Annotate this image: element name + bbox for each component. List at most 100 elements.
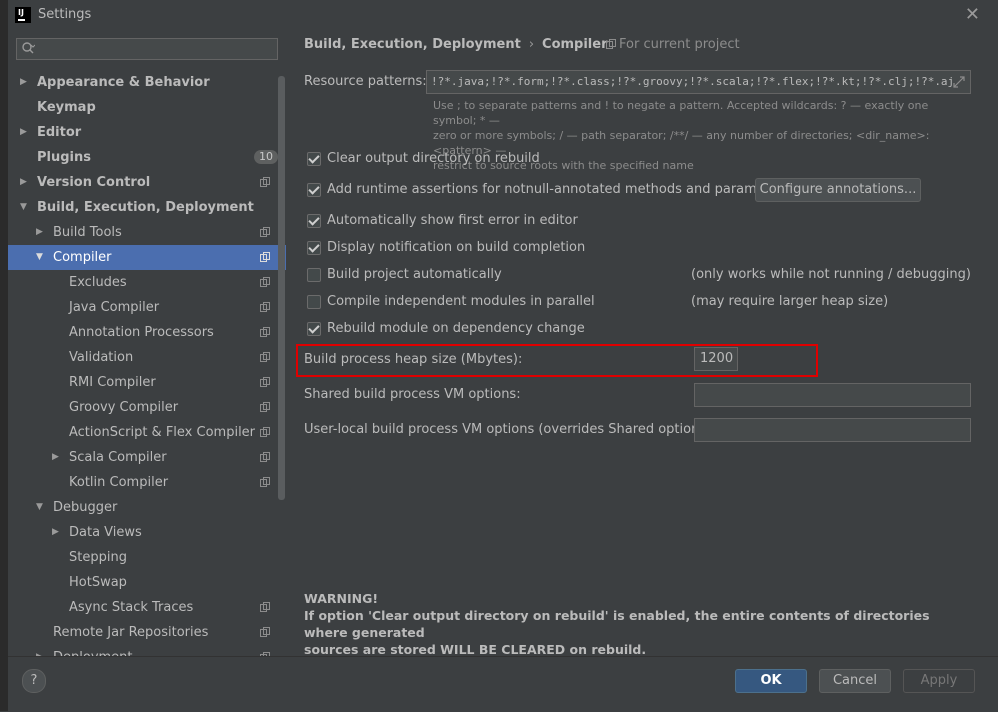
sidebar-scrollbar[interactable]: [278, 76, 285, 500]
sidebar-item-stepping[interactable]: Stepping: [8, 545, 286, 570]
project-scope-icon: [260, 452, 270, 462]
sidebar-item-java-compiler[interactable]: Java Compiler: [8, 295, 286, 320]
chevron-right-icon[interactable]: ▶: [36, 645, 43, 656]
sidebar-item-label: Build Tools: [53, 225, 122, 240]
sidebar-item-rmi-compiler[interactable]: RMI Compiler: [8, 370, 286, 395]
clear-output-checkbox[interactable]: [307, 152, 321, 166]
sidebar-item-groovy-compiler[interactable]: Groovy Compiler: [8, 395, 286, 420]
sidebar-item-label: Appearance & Behavior: [37, 75, 210, 90]
compile-parallel-note: (may require larger heap size): [691, 294, 889, 309]
clear-output-label[interactable]: Clear output directory on rebuild: [327, 151, 540, 166]
rebuild-warning: WARNING! If option 'Clear output directo…: [304, 590, 974, 658]
chevron-right-icon[interactable]: ▶: [36, 220, 43, 245]
sidebar-item-label: Plugins: [37, 150, 91, 165]
project-scope-icon: [260, 327, 270, 337]
sidebar-item-debugger[interactable]: ▼ Debugger: [8, 495, 286, 520]
intellij-logo-icon: IJ: [15, 7, 31, 23]
shared-vm-options-input[interactable]: [694, 383, 971, 407]
plugins-count-badge: 10: [254, 150, 278, 164]
heap-size-label: Build process heap size (Mbytes):: [304, 352, 523, 367]
compile-parallel-label[interactable]: Compile independent modules in parallel: [327, 294, 595, 309]
sidebar-item-label: Validation: [69, 350, 134, 365]
sidebar-item-editor[interactable]: ▶ Editor: [8, 120, 286, 145]
project-scope-icon: [260, 277, 270, 287]
hint-line: Use ; to separate patterns and ! to nega…: [433, 99, 929, 127]
sidebar-item-deployment[interactable]: ▶ Deployment: [8, 645, 286, 656]
breadcrumb-parent[interactable]: Build, Execution, Deployment: [304, 37, 521, 52]
project-scope-icon: [260, 227, 270, 237]
compile-parallel-checkbox[interactable]: [307, 295, 321, 309]
project-scope-icon: [260, 602, 270, 612]
sidebar-item-label: RMI Compiler: [69, 375, 156, 390]
notify-completion-label[interactable]: Display notification on build completion: [327, 240, 585, 255]
shared-vm-options-label: Shared build process VM options:: [304, 387, 521, 402]
user-vm-options-input[interactable]: [694, 418, 971, 442]
sidebar-item-label: Build, Execution, Deployment: [37, 200, 254, 215]
sidebar-item-validation[interactable]: Validation: [8, 345, 286, 370]
warning-text: If option 'Clear output directory on reb…: [304, 608, 930, 640]
chevron-right-icon[interactable]: ▶: [20, 70, 27, 95]
sidebar-item-version-control[interactable]: ▶ Version Control: [8, 170, 286, 195]
project-scope-icon: [260, 377, 270, 387]
sidebar-item-scala-compiler[interactable]: ▶ Scala Compiler: [8, 445, 286, 470]
sidebar-item-compiler[interactable]: ▼ Compiler: [8, 245, 286, 270]
chevron-down-icon[interactable]: ▼: [36, 245, 43, 270]
settings-tree: ▶ Appearance & Behavior Keymap ▶ Editor Plugi…: [8, 70, 286, 656]
sidebar-item-build-execution-deployment[interactable]: ▼ Build, Execution, Deployment: [8, 195, 286, 220]
expand-icon[interactable]: [952, 75, 966, 89]
sidebar-item-label: Keymap: [37, 100, 96, 115]
ok-button[interactable]: OK: [735, 669, 807, 693]
sidebar-item-plugins[interactable]: Plugins 10: [8, 145, 286, 170]
sidebar-item-annotation-processors[interactable]: Annotation Processors: [8, 320, 286, 345]
sidebar-item-excludes[interactable]: Excludes: [8, 270, 286, 295]
chevron-right-icon[interactable]: ▶: [20, 170, 27, 195]
sidebar-item-label: Scala Compiler: [69, 450, 167, 465]
sidebar-item-appearance-behavior[interactable]: ▶ Appearance & Behavior: [8, 70, 286, 95]
sidebar-item-remote-jar-repositories[interactable]: Remote Jar Repositories: [8, 620, 286, 645]
build-automatically-label[interactable]: Build project automatically: [327, 267, 502, 282]
project-scope-icon: [260, 427, 270, 437]
sidebar-item-actionscript-flex-compiler[interactable]: ActionScript & Flex Compiler: [8, 420, 286, 445]
resource-patterns-input[interactable]: !?*.java;!?*.form;!?*.class;!?*.groovy;!…: [426, 70, 971, 94]
sidebar-item-label: Version Control: [37, 175, 151, 190]
sidebar-item-data-views[interactable]: ▶ Data Views: [8, 520, 286, 545]
apply-button[interactable]: Apply: [903, 669, 975, 693]
project-scope-icon: [260, 477, 270, 487]
sidebar-item-hotswap[interactable]: HotSwap: [8, 570, 286, 595]
ide-background-strip: [0, 0, 8, 711]
sidebar-item-label: Async Stack Traces: [69, 600, 194, 615]
project-scope-icon: [260, 177, 270, 187]
dialog-footer: ? OK Cancel Apply: [8, 656, 998, 712]
sidebar-item-async-stack-traces[interactable]: Async Stack Traces: [8, 595, 286, 620]
breadcrumb-current: Compiler: [542, 37, 608, 52]
runtime-assertions-checkbox[interactable]: [307, 183, 321, 197]
chevron-down-icon[interactable]: ▼: [36, 495, 43, 520]
rebuild-on-change-checkbox[interactable]: [307, 322, 321, 336]
show-first-error-checkbox[interactable]: [307, 214, 321, 228]
notify-completion-checkbox[interactable]: [307, 241, 321, 255]
runtime-assertions-label[interactable]: Add runtime assertions for notnull-annot…: [327, 182, 790, 197]
search-icon: [22, 42, 35, 54]
dialog-title: Settings: [38, 7, 92, 22]
rebuild-on-change-label[interactable]: Rebuild module on dependency change: [327, 321, 585, 336]
heap-size-input[interactable]: 1200: [694, 347, 738, 371]
sidebar-item-label: Deployment: [53, 645, 133, 656]
chevron-right-icon[interactable]: ▶: [20, 120, 27, 145]
sidebar-item-kotlin-compiler[interactable]: Kotlin Compiler: [8, 470, 286, 495]
show-first-error-label[interactable]: Automatically show first error in editor: [327, 213, 578, 228]
settings-sidebar: ▶ Appearance & Behavior Keymap ▶ Editor Plugi…: [8, 30, 286, 656]
cancel-button[interactable]: Cancel: [819, 669, 891, 693]
help-button[interactable]: ?: [22, 669, 46, 693]
sidebar-item-label: Annotation Processors: [69, 325, 214, 340]
close-icon[interactable]: ✕: [965, 4, 980, 25]
search-input[interactable]: [16, 38, 278, 60]
build-automatically-checkbox[interactable]: [307, 268, 321, 282]
chevron-right-icon[interactable]: ▶: [52, 520, 59, 545]
configure-annotations-button[interactable]: Configure annotations...: [755, 178, 921, 202]
project-scope-icon: [260, 402, 270, 412]
chevron-down-icon[interactable]: ▼: [20, 195, 27, 220]
chevron-right-icon[interactable]: ▶: [52, 445, 59, 470]
resource-patterns-value: !?*.java;!?*.form;!?*.class;!?*.groovy;!…: [431, 75, 955, 88]
sidebar-item-build-tools[interactable]: ▶ Build Tools: [8, 220, 286, 245]
sidebar-item-keymap[interactable]: Keymap: [8, 95, 286, 120]
